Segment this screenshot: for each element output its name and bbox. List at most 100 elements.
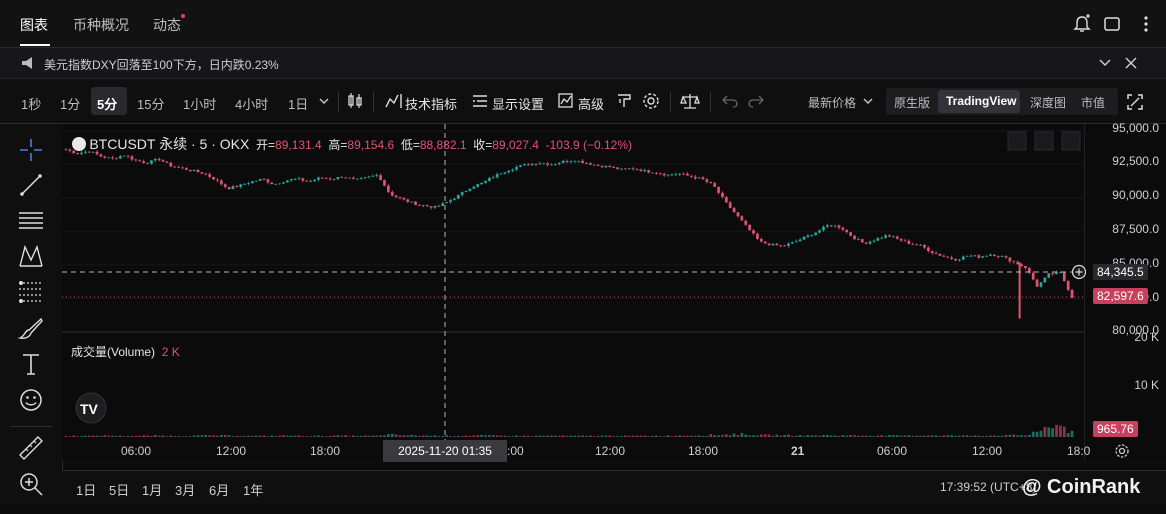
- tab-chart[interactable]: 图表: [20, 15, 48, 35]
- candle-body: [262, 178, 266, 180]
- chevron-down-icon[interactable]: [862, 97, 874, 107]
- more-icon[interactable]: [1136, 15, 1156, 33]
- close-icon[interactable]: [1124, 56, 1138, 70]
- interval-5m[interactable]: 5分: [97, 94, 117, 113]
- gear-icon[interactable]: [642, 92, 660, 110]
- interval-1s[interactable]: 1秒: [21, 94, 41, 113]
- volume-bar: [87, 435, 91, 437]
- volume-bar: [192, 435, 196, 437]
- tradingview-logo[interactable]: TV: [75, 392, 107, 424]
- pane-controls[interactable]: [1007, 131, 1081, 151]
- candle-body: [721, 192, 724, 197]
- volume-bar: [456, 435, 460, 437]
- divider: [338, 92, 339, 112]
- window-icon[interactable]: [1103, 15, 1121, 33]
- volume-tick: 20 K: [1134, 330, 1159, 344]
- price-axis[interactable]: 95,000.0 92,500.0 90,000.0 87,500.0 85,0…: [1071, 121, 1166, 460]
- settings-icon[interactable]: [1114, 443, 1130, 459]
- template-icon[interactable]: [616, 93, 632, 109]
- interval-15m[interactable]: 15分: [137, 94, 164, 113]
- volume-bar: [130, 436, 134, 437]
- volume-bar: [235, 436, 239, 437]
- emoji-icon[interactable]: [17, 386, 45, 414]
- add-alert-plus-icon[interactable]: [1071, 264, 1087, 280]
- price-type-select[interactable]: 最新价格: [808, 94, 856, 111]
- notice-text[interactable]: 美元指数DXY回落至100下方，日内跌0.23%: [44, 56, 279, 73]
- volume-bar: [453, 436, 456, 437]
- volume-bar: [721, 434, 724, 437]
- volume-bar: [678, 435, 682, 437]
- parallel-lines-icon[interactable]: [17, 206, 45, 234]
- volume-bar: [612, 436, 616, 437]
- range-1m[interactable]: 1月: [142, 480, 162, 499]
- view-tradingview[interactable]: TradingView: [946, 94, 1016, 108]
- candlestick-icon[interactable]: [347, 92, 363, 110]
- indicators-icon[interactable]: [385, 93, 403, 109]
- fullscreen-icon[interactable]: [1127, 94, 1143, 110]
- fibonacci-icon[interactable]: [17, 278, 45, 306]
- display-settings-icon[interactable]: [472, 94, 488, 108]
- chevron-down-icon[interactable]: [1098, 57, 1112, 69]
- range-5d[interactable]: 5日: [109, 480, 129, 499]
- redo-icon[interactable]: [748, 94, 764, 108]
- trendline-icon[interactable]: [17, 171, 45, 199]
- range-3m[interactable]: 3月: [175, 480, 195, 499]
- pattern-icon[interactable]: [17, 242, 45, 270]
- volume-bar: [794, 435, 798, 437]
- price-chart[interactable]: TV: [62, 124, 1084, 460]
- interval-1d[interactable]: 1日: [288, 94, 308, 113]
- candle-body: [779, 245, 783, 247]
- scale-icon[interactable]: [680, 92, 700, 110]
- volume-bar: [534, 435, 538, 437]
- advanced-button[interactable]: 高级: [578, 94, 604, 113]
- text-tool-icon[interactable]: [17, 350, 45, 378]
- tab-news[interactable]: 动态: [153, 15, 181, 35]
- volume-bar: [938, 435, 942, 437]
- brush-icon[interactable]: [17, 314, 45, 342]
- interval-4h[interactable]: 4小时: [235, 94, 268, 113]
- zoom-in-icon[interactable]: [17, 470, 45, 498]
- symbol-label[interactable]: BTCUSDT 永续 · 5 · OKX: [89, 136, 249, 152]
- view-native[interactable]: 原生版: [894, 94, 930, 111]
- candle-body: [701, 177, 705, 180]
- time-axis[interactable]: 06:00 12:00 18:00 :00 12:00 18:00 21 06:…: [62, 440, 1090, 462]
- crosshair-icon[interactable]: [17, 136, 45, 164]
- time-tick: 12:00: [972, 444, 1003, 458]
- indicators-button[interactable]: 技术指标: [405, 94, 457, 113]
- notice-bar[interactable]: 美元指数DXY回落至100下方，日内跌0.23%: [0, 48, 1166, 79]
- volume-bar: [507, 436, 511, 437]
- add-alert-icon[interactable]: [1072, 14, 1092, 34]
- candle-body: [289, 179, 293, 181]
- volume-bar: [212, 435, 215, 437]
- view-depth[interactable]: 深度图: [1030, 94, 1066, 111]
- chevron-down-icon[interactable]: [318, 97, 330, 107]
- range-1y[interactable]: 1年: [243, 480, 263, 499]
- interval-1h[interactable]: 1小时: [183, 94, 216, 113]
- volume-bar: [270, 435, 274, 437]
- volume-bar: [973, 435, 977, 437]
- volume-bar: [223, 435, 227, 437]
- advanced-chart-icon[interactable]: [558, 93, 574, 109]
- candle-body: [111, 157, 114, 159]
- volume-bar: [690, 435, 693, 437]
- volume-bar: [759, 434, 763, 437]
- volume-bar: [111, 435, 114, 437]
- volume-bar: [771, 435, 775, 437]
- range-1d[interactable]: 1日: [76, 480, 96, 499]
- candle-body: [989, 254, 992, 256]
- display-settings-button[interactable]: 显示设置: [492, 94, 544, 113]
- candle-body: [258, 178, 262, 181]
- interval-1m[interactable]: 1分: [60, 94, 80, 113]
- undo-icon[interactable]: [722, 94, 738, 108]
- ruler-icon[interactable]: [17, 434, 45, 462]
- volume-bar: [181, 436, 184, 437]
- volume-bar: [985, 435, 988, 437]
- tab-coin-overview[interactable]: 币种概况: [73, 15, 129, 35]
- volume-bar: [779, 435, 783, 437]
- range-6m[interactable]: 6月: [209, 480, 229, 499]
- volume-bar: [243, 436, 246, 437]
- volume-bar: [126, 435, 130, 437]
- candle-body: [64, 148, 68, 150]
- view-market-cap[interactable]: 市值: [1081, 94, 1105, 111]
- volume-bar: [662, 436, 666, 437]
